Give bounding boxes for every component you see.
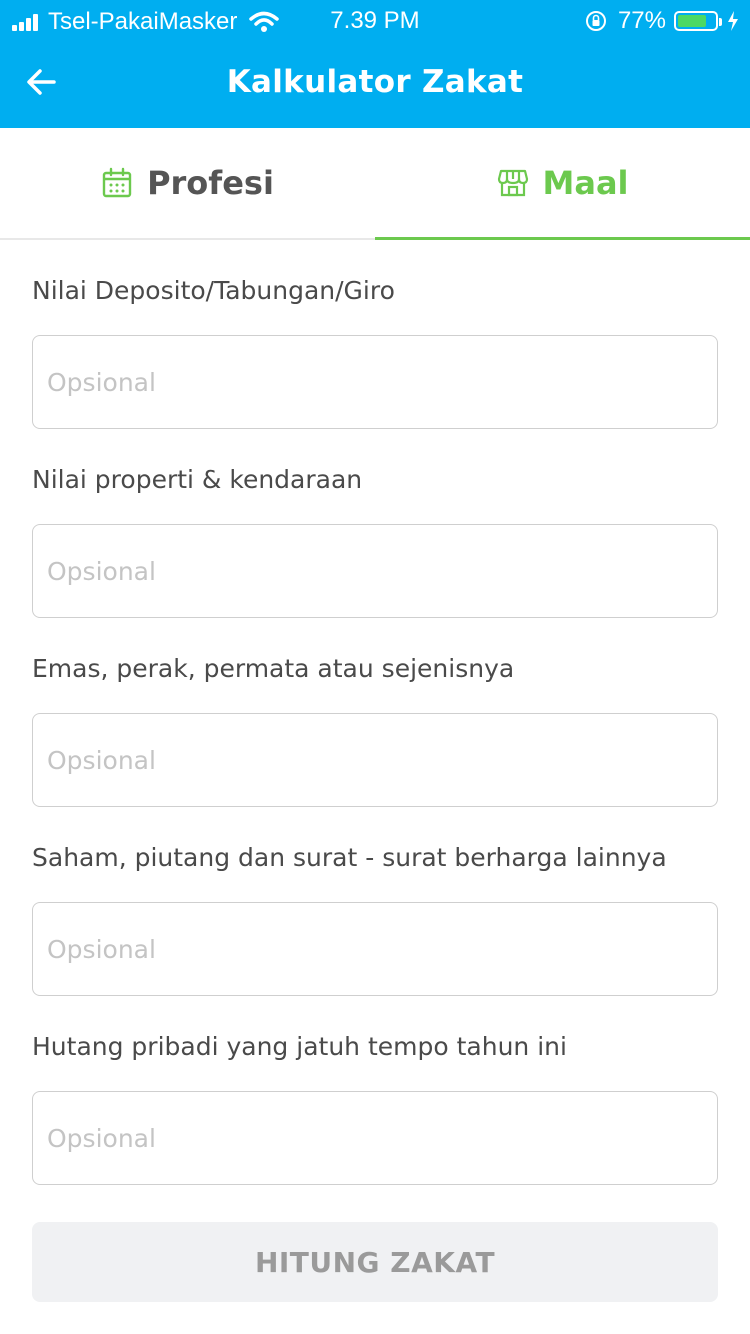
status-bar: Tsel-PakaiMasker 7.39 PM 77% (0, 0, 750, 40)
charging-icon (728, 11, 738, 31)
status-right: 77% (584, 7, 740, 35)
deposit-label: Nilai Deposito/Tabungan/Giro (32, 276, 395, 305)
tab-maal[interactable]: Maal (375, 128, 750, 238)
battery-icon (674, 11, 722, 31)
tab-profesi[interactable]: Profesi (0, 128, 375, 238)
property-label: Nilai properti & kendaraan (32, 465, 363, 494)
calculate-zakat-button[interactable]: HITUNG ZAKAT (32, 1222, 718, 1302)
battery-level (678, 15, 706, 27)
tab-profesi-label: Profesi (147, 164, 274, 202)
battery-percent: 77% (617, 7, 666, 34)
gold-input[interactable] (32, 713, 718, 807)
app-bar: Kalkulator Zakat (0, 40, 750, 128)
debt-input[interactable] (32, 1091, 718, 1185)
securities-input[interactable] (32, 902, 718, 996)
active-tab-indicator (375, 237, 750, 240)
securities-label: Saham, piutang dan surat - surat berharg… (32, 843, 667, 872)
tab-maal-label: Maal (542, 164, 629, 202)
property-input[interactable] (32, 524, 718, 618)
store-icon (497, 169, 528, 197)
tab-bar: Profesi Maal (0, 128, 750, 240)
orientation-lock-icon (585, 11, 606, 31)
deposit-input[interactable] (32, 335, 718, 429)
debt-label: Hutang pribadi yang jatuh tempo tahun in… (32, 1032, 567, 1061)
page-title: Kalkulator Zakat (226, 64, 524, 100)
calendar-icon (102, 167, 132, 198)
gold-label: Emas, perak, permata atau sejenisnya (32, 654, 515, 683)
